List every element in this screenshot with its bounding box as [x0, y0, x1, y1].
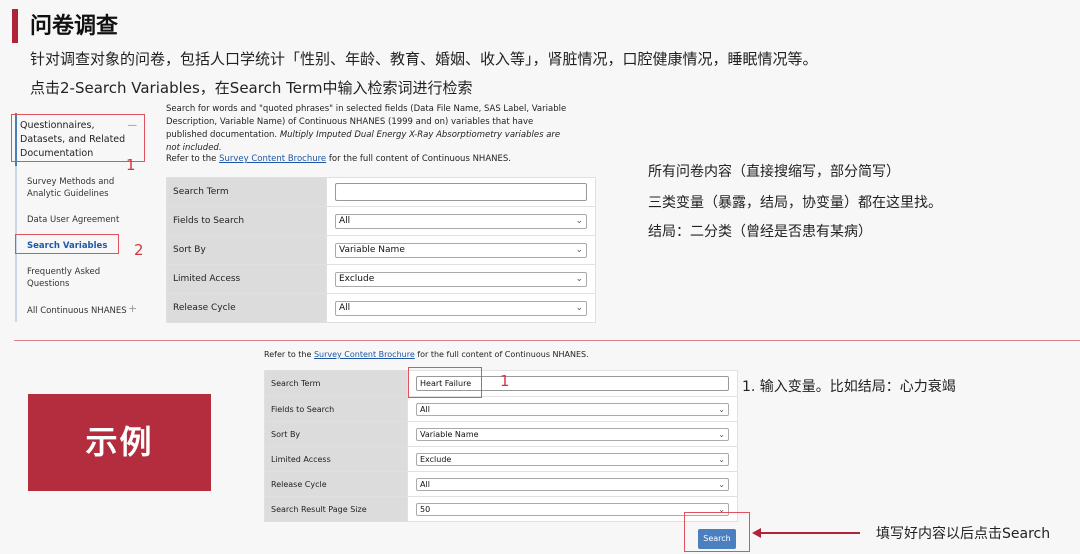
section-divider	[14, 340, 1080, 341]
select-value: All	[420, 479, 430, 489]
chevron-down-icon: ⌄	[718, 479, 725, 489]
chevron-down-icon: ⌄	[718, 404, 725, 414]
sidebar-item-label: All Continuous NHANES	[27, 306, 127, 316]
step-note: 1. 输入变量。比如结局：心力衰竭	[742, 379, 956, 395]
marker-2: 2	[134, 241, 144, 259]
refer-prefix: Refer to the	[166, 154, 220, 164]
sidebar-item-label: Survey Methods and Analytic Guidelines	[27, 177, 115, 199]
form-row: Search Term	[166, 177, 596, 207]
limited-access-select[interactable]: Exclude ⌄	[335, 271, 587, 287]
highlight-box-search-term	[408, 367, 482, 398]
sort-by-select[interactable]: Variable Name ⌄	[335, 242, 587, 258]
example-label: 示例	[28, 394, 211, 491]
search-term-label: Search Term	[264, 370, 408, 397]
form-row: Fields to Search All ⌄	[264, 396, 738, 422]
survey-content-brochure-link[interactable]: Survey Content Brochure	[314, 350, 415, 359]
highlight-box-1	[11, 114, 145, 162]
search-term-label: Search Term	[166, 177, 327, 207]
form-row: Release Cycle All ⌄	[166, 293, 596, 323]
form-row: Limited Access Exclude ⌄	[166, 264, 596, 294]
select-value: Variable Name	[420, 429, 479, 439]
description-line-1: 针对调查对象的问卷，包括人口学统计「性别、年龄、教育、婚姻、收入等」，肾脏情况，…	[30, 50, 818, 68]
page-size-label: Search Result Page Size	[264, 496, 408, 522]
sidebar-item-survey-methods[interactable]: Survey Methods and Analytic Guidelines	[15, 176, 125, 200]
arrow-line	[760, 532, 860, 534]
form-row: Sort By Variable Name ⌄	[264, 421, 738, 447]
select-value: Exclude	[339, 273, 375, 284]
search-button[interactable]: Search	[698, 529, 736, 549]
search-term-input[interactable]	[335, 183, 587, 201]
sidebar-item-all-continuous-nhanes[interactable]: All Continuous NHANES	[15, 305, 141, 317]
chevron-down-icon: ⌄	[575, 244, 583, 255]
refer-suffix: for the full content of Continuous NHANE…	[414, 350, 589, 359]
sidebar-item-label: Frequently Asked Questions	[27, 267, 101, 289]
release-cycle-label: Release Cycle	[166, 293, 327, 323]
select-value: Exclude	[420, 454, 452, 464]
marker-1: 1	[126, 156, 136, 174]
note-all-questionnaires: 所有问卷内容（直接搜缩写，部分简写）	[648, 164, 900, 180]
form-row: Search Result Page Size 50 ⌄	[264, 496, 738, 522]
page-title: 问卷调查	[30, 14, 119, 39]
fields-to-search-label: Fields to Search	[264, 396, 408, 422]
sort-by-label: Sort By	[166, 235, 327, 265]
fields-to-search-select[interactable]: All ⌄	[335, 213, 587, 229]
title-accent-bar	[12, 9, 18, 43]
select-value: Variable Name	[339, 244, 405, 255]
chevron-down-icon: ⌄	[718, 429, 725, 439]
fields-to-search-select[interactable]: All ⌄	[416, 402, 729, 416]
select-value: 50	[420, 504, 431, 514]
form-row: Sort By Variable Name ⌄	[166, 235, 596, 265]
limited-access-label: Limited Access	[166, 264, 327, 294]
example-search-form: Search Term Heart Failure Fields to Sear…	[264, 370, 738, 522]
release-cycle-select[interactable]: All ⌄	[335, 300, 587, 316]
highlight-box-2	[15, 234, 119, 254]
description-line-2: 点击2-Search Variables，在Search Term中输入检索词进…	[30, 79, 473, 97]
chevron-down-icon: ⌄	[718, 454, 725, 464]
page-size-select[interactable]: 50 ⌄	[416, 502, 729, 516]
form-row: Limited Access Exclude ⌄	[264, 446, 738, 472]
note-outcome-binary: 结局：二分类（曾经是否患有某病）	[648, 224, 872, 240]
search-note: 填写好内容以后点击Search	[876, 526, 1051, 542]
select-value: All	[420, 404, 430, 414]
refer-prefix: Refer to the	[264, 350, 314, 359]
limited-access-label: Limited Access	[264, 446, 408, 472]
example-refer-line: Refer to the Survey Content Brochure for…	[264, 350, 589, 359]
form-row: Release Cycle All ⌄	[264, 471, 738, 497]
sort-by-select[interactable]: Variable Name ⌄	[416, 427, 729, 441]
release-cycle-select[interactable]: All ⌄	[416, 477, 729, 491]
chevron-down-icon: ⌄	[575, 215, 583, 226]
chevron-down-icon: ⌄	[575, 302, 583, 313]
limited-access-select[interactable]: Exclude ⌄	[416, 452, 729, 466]
form-row: Fields to Search All ⌄	[166, 206, 596, 236]
sidebar-item-faq[interactable]: Frequently Asked Questions	[15, 266, 125, 290]
survey-content-brochure-link[interactable]: Survey Content Brochure	[219, 154, 326, 164]
sidebar-item-label: Data User Agreement	[27, 215, 120, 225]
select-value: All	[339, 302, 351, 313]
refer-suffix: for the full content of Continuous NHANE…	[326, 154, 511, 164]
sidebar-item-data-user-agreement[interactable]: Data User Agreement	[15, 214, 125, 226]
note-three-variable-types: 三类变量（暴露，结局，协变量）都在这里找。	[648, 195, 942, 211]
fields-to-search-label: Fields to Search	[166, 206, 327, 236]
select-value: All	[339, 215, 351, 226]
release-cycle-label: Release Cycle	[264, 471, 408, 497]
sort-by-label: Sort By	[264, 421, 408, 447]
search-intro: Search for words and "quoted phrases" in…	[166, 103, 576, 155]
refer-line: Refer to the Survey Content Brochure for…	[166, 154, 511, 164]
search-form: Search Term Fields to Search All ⌄ Sort B…	[166, 177, 596, 323]
marker-example-1: 1	[500, 372, 510, 390]
chevron-down-icon: ⌄	[575, 273, 583, 284]
